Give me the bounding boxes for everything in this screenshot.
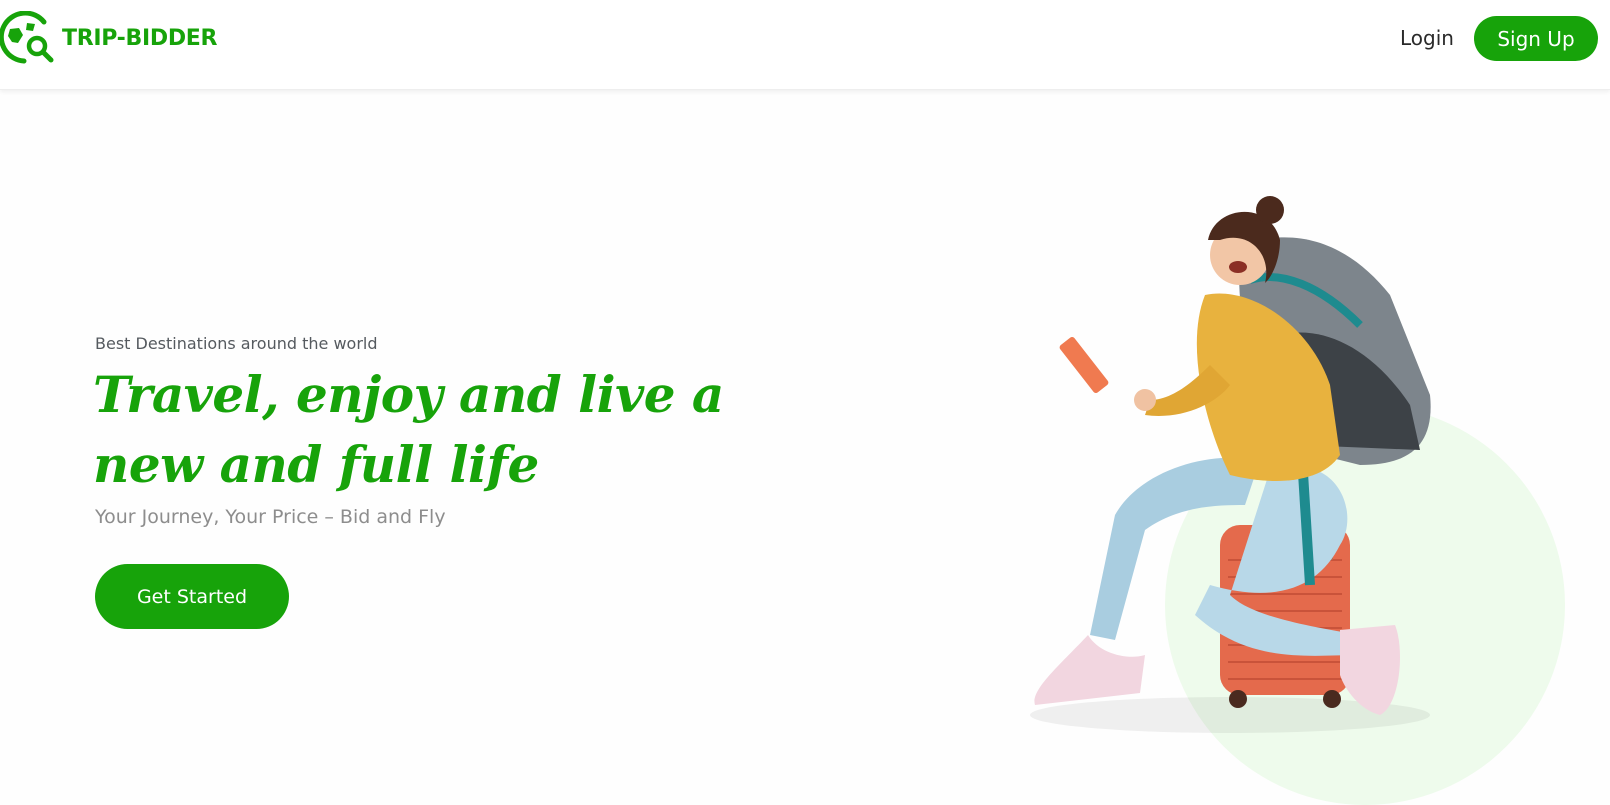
brand-name: TRIP-BIDDER (62, 25, 218, 51)
top-navbar: TRIP-BIDDER Login Sign Up (0, 0, 1610, 90)
globe-search-icon (0, 11, 54, 64)
brand-logo[interactable]: TRIP-BIDDER (0, 11, 217, 65)
hero-eyebrow: Best Destinations around the world (95, 334, 378, 353)
hero-tagline: Your Journey, Your Price – Bid and Fly (95, 506, 446, 528)
headline-line-1: Travel, enjoy and live a (93, 365, 724, 424)
hero-headline: Travel, enjoy and live a new and full li… (93, 360, 733, 500)
get-started-button[interactable]: Get Started (95, 564, 289, 629)
login-link[interactable]: Login (1400, 23, 1454, 53)
signup-button[interactable]: Sign Up (1474, 16, 1598, 61)
traveler-illustration (1030, 196, 1431, 733)
headline-line-2: new and full life (93, 435, 539, 494)
